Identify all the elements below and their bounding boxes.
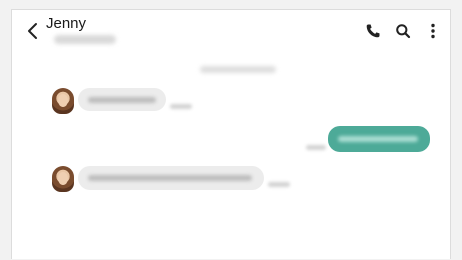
search-icon <box>396 24 411 39</box>
message-text-blurred <box>88 175 252 181</box>
search-button[interactable] <box>394 22 412 40</box>
more-options-button[interactable] <box>424 22 442 40</box>
call-button[interactable] <box>364 22 382 40</box>
conversation-header: Jenny <box>12 10 450 54</box>
conversation-screen: Jenny <box>11 9 451 259</box>
message-bubble-outgoing[interactable] <box>328 126 430 152</box>
message-time-blurred <box>306 145 326 150</box>
date-separator-blurred <box>200 66 276 73</box>
message-text-blurred <box>338 136 418 142</box>
phone-icon <box>366 24 380 38</box>
contact-avatar[interactable] <box>52 88 74 114</box>
contact-avatar[interactable] <box>52 166 74 192</box>
header-actions <box>364 22 442 40</box>
message-text-blurred <box>88 96 156 103</box>
chevron-left-icon <box>28 23 37 39</box>
message-bubble-incoming[interactable] <box>78 166 264 190</box>
message-bubble-incoming[interactable] <box>78 88 166 111</box>
back-button[interactable] <box>24 20 42 42</box>
contact-number-blurred <box>54 35 116 44</box>
message-time-blurred <box>170 104 192 109</box>
contact-name[interactable]: Jenny <box>46 15 86 32</box>
message-time-blurred <box>268 182 290 187</box>
more-vert-icon <box>431 23 435 39</box>
